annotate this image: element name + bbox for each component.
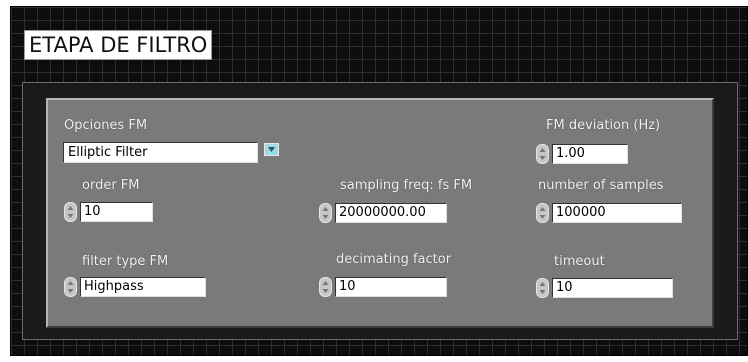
- order-fm-label: order FM: [82, 178, 140, 193]
- spinner-arrows-icon: [539, 207, 546, 219]
- fm-deviation-spinner[interactable]: [536, 144, 549, 164]
- spinner-arrows-icon: [322, 281, 329, 293]
- section-title: ETAPA DE FILTRO: [24, 30, 213, 60]
- filter-type-fm-label: filter type FM: [82, 254, 169, 269]
- number-of-samples-input[interactable]: 100000: [552, 203, 682, 223]
- timeout-label: timeout: [554, 254, 605, 269]
- fm-deviation-label: FM deviation (Hz): [546, 118, 661, 133]
- timeout-input[interactable]: 10: [552, 278, 673, 298]
- dropdown-arrow-button[interactable]: [264, 143, 279, 156]
- number-of-samples-spinner[interactable]: [536, 203, 549, 223]
- sampling-freq-label: sampling freq: fs FM: [340, 178, 473, 193]
- order-fm-spinner[interactable]: [64, 202, 77, 222]
- filter-type-fm-select[interactable]: Highpass: [80, 277, 206, 297]
- number-of-samples-label: number of samples: [538, 178, 664, 193]
- timeout-spinner[interactable]: [536, 278, 549, 298]
- decimating-factor-label: decimating factor: [336, 252, 452, 267]
- spinner-arrows-icon: [539, 148, 546, 160]
- chevron-down-icon: [268, 147, 275, 152]
- spinner-arrows-icon: [322, 207, 329, 219]
- filter-type-fm-spinner[interactable]: [64, 277, 77, 297]
- decimating-factor-input[interactable]: 10: [335, 277, 447, 297]
- spinner-arrows-icon: [67, 281, 74, 293]
- fm-deviation-input[interactable]: 1.00: [552, 144, 628, 164]
- order-fm-input[interactable]: 10: [80, 202, 153, 222]
- opciones-fm-label: Opciones FM: [64, 118, 148, 133]
- spinner-arrows-icon: [539, 282, 546, 294]
- sampling-freq-input[interactable]: 20000000.00: [335, 203, 447, 223]
- spinner-arrows-icon: [67, 206, 74, 218]
- decimating-factor-spinner[interactable]: [319, 277, 332, 297]
- sampling-freq-spinner[interactable]: [319, 203, 332, 223]
- opciones-fm-select[interactable]: Elliptic Filter: [63, 142, 258, 163]
